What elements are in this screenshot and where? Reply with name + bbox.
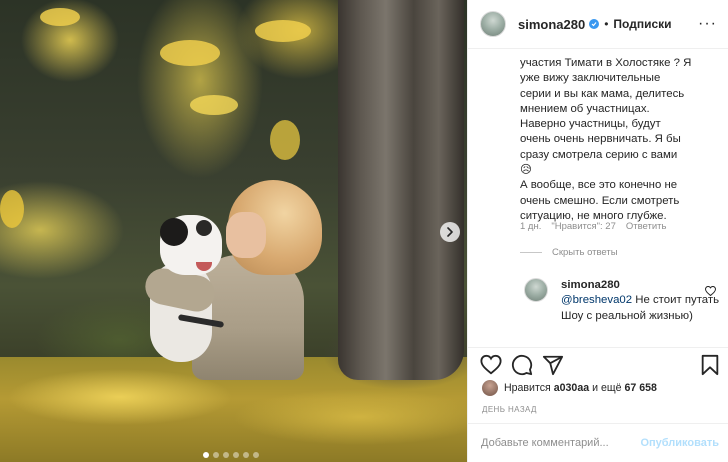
carousel-dots [203, 452, 259, 458]
carousel-dot [203, 452, 209, 458]
chevron-right-icon [447, 227, 453, 237]
post-side-panel: simona280 • Подписки ··· участия Тимати … [467, 0, 728, 462]
reply-button[interactable]: Ответить [626, 221, 667, 232]
more-icon[interactable]: ··· [698, 16, 717, 32]
post-actions [468, 347, 728, 381]
heart-icon[interactable] [704, 283, 717, 301]
share-icon[interactable] [542, 354, 564, 376]
likes-user[interactable]: a030aa [554, 382, 589, 394]
photo-foliage [255, 20, 311, 42]
carousel-dot [233, 452, 239, 458]
reply-mention[interactable]: @bresheva02 [561, 294, 632, 306]
author-username[interactable]: simona280 [518, 17, 585, 32]
carousel-dot [213, 452, 219, 458]
photo-dog-eye [196, 220, 212, 236]
add-comment-bar: Опубликовать [468, 423, 728, 462]
hide-replies-button[interactable]: Скрыть ответы [520, 247, 618, 258]
verified-icon [589, 19, 600, 29]
reply-body: simona280 @bresheva02 Не стоит путать Шо… [561, 278, 721, 324]
photo-foliage [190, 95, 238, 115]
likes-middle: и ещё [592, 382, 622, 394]
post-header: simona280 • Подписки ··· [468, 0, 728, 49]
avatar [482, 380, 498, 396]
comment-text: участия Тимати в Холостяке ? Я уже вижу … [520, 57, 692, 222]
photo-foliage [160, 40, 220, 66]
comment-likes[interactable]: "Нравится": 27 [551, 221, 616, 232]
hide-replies-label: Скрыть ответы [552, 247, 618, 258]
photo-foliage [270, 120, 300, 160]
avatar[interactable] [480, 11, 506, 37]
likes-prefix: Нравится [504, 382, 551, 394]
bookmark-icon[interactable] [699, 354, 721, 376]
comment-icon[interactable] [511, 354, 533, 376]
reply-username[interactable]: simona280 [561, 278, 721, 293]
likes-summary[interactable]: Нравится a030aa и ещё 67 658 [482, 380, 660, 396]
post-timestamp[interactable]: День назад [482, 405, 537, 414]
comment-time[interactable]: 1 дн. [520, 221, 541, 232]
avatar[interactable] [524, 278, 548, 302]
photo-foliage [0, 190, 24, 228]
carousel-dot [253, 452, 259, 458]
heart-icon[interactable] [480, 354, 502, 376]
next-image-button[interactable] [440, 222, 460, 242]
comment-meta: 1 дн. "Нравится": 27 Ответить [520, 221, 666, 232]
comments-list[interactable]: участия Тимати в Холостяке ? Я уже вижу … [468, 49, 728, 347]
follow-button[interactable]: Подписки [613, 17, 671, 31]
publish-button[interactable]: Опубликовать [640, 437, 719, 449]
post-photo[interactable] [0, 0, 467, 462]
divider [520, 252, 542, 253]
likes-count[interactable]: 67 658 [624, 382, 656, 394]
photo-tree-trunk [338, 0, 464, 380]
header-separator: • [604, 17, 609, 31]
carousel-dot [223, 452, 229, 458]
photo-foliage [40, 8, 80, 26]
photo-child-face [226, 212, 266, 258]
photo-dog-ear [160, 218, 188, 246]
comment-input[interactable] [481, 437, 641, 449]
carousel-dot [243, 452, 249, 458]
